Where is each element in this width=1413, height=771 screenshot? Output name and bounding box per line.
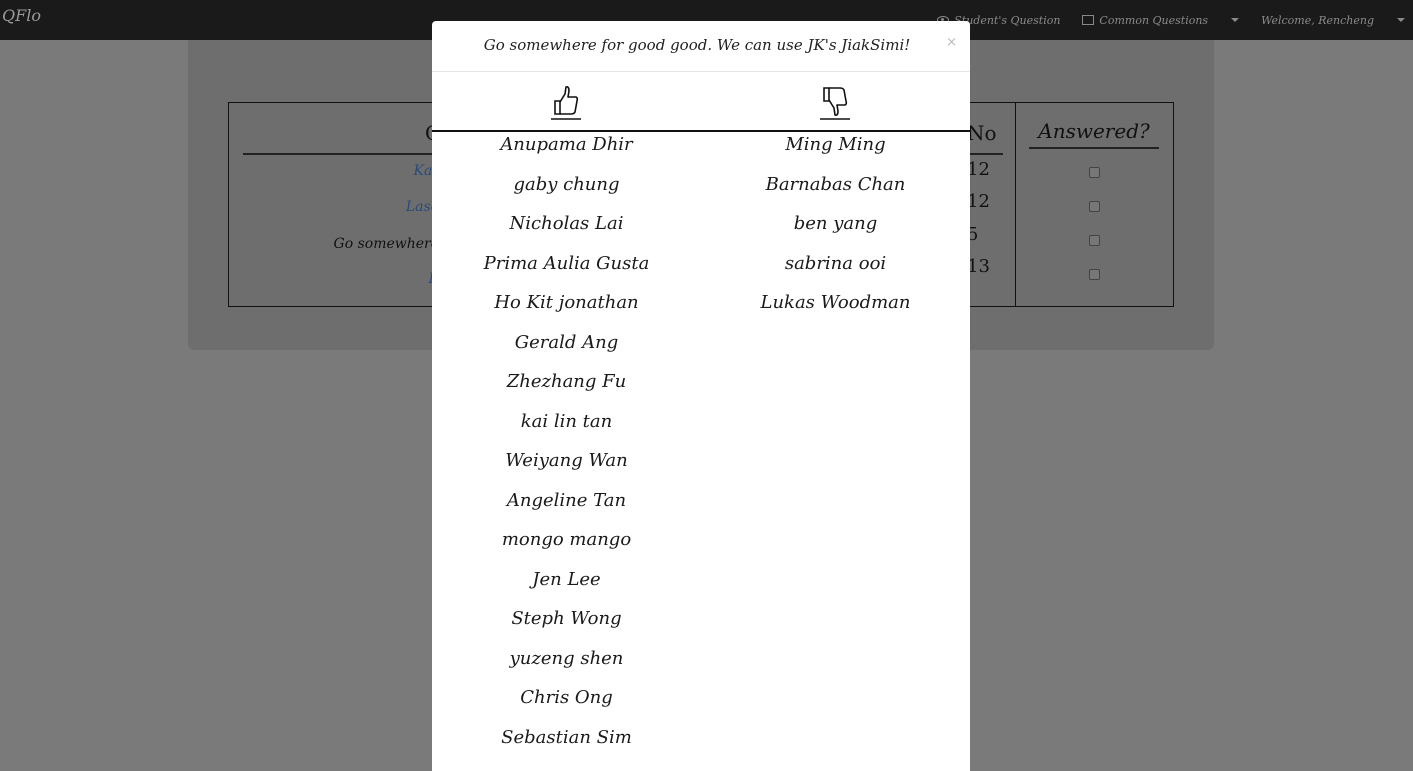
voter-name: Steph Wong — [511, 608, 622, 629]
nav-right: Student's Question Common Questions Welc… — [937, 0, 1413, 40]
table-row-no: 12 — [967, 159, 990, 180]
table-header-answered: Answered? — [1029, 119, 1159, 149]
answered-checkbox[interactable] — [1089, 235, 1100, 246]
list-icon — [1082, 15, 1095, 25]
upvoters-list: Anupama Dhir gaby chung Nicholas Lai Prima … — [432, 131, 701, 763]
voters-modal: Go somewhere for good good. We can use J… — [432, 21, 970, 771]
voter-name: mongo mango — [501, 529, 632, 550]
voter-name: ben yang — [793, 213, 878, 234]
chevron-down-icon — [1231, 18, 1240, 22]
voter-name: Barnabas Chan — [765, 173, 906, 195]
nav-common-questions-label: Common Questions — [1099, 13, 1209, 27]
voter-name: Sebastian Sim — [501, 726, 632, 748]
voter-name: Angeline Tan — [506, 489, 627, 511]
voter-name: yuzeng shen — [509, 647, 624, 669]
table-header-no: No — [967, 121, 997, 145]
voter-name: Gerald Ang — [514, 331, 619, 353]
voter-name: Weiyang Wan — [505, 450, 628, 471]
voter-name: kai lin tan — [520, 410, 613, 432]
modal-header: Go somewhere for good good. We can use J… — [432, 21, 970, 72]
brand-logo[interactable]: QFlo — [2, 6, 41, 25]
modal-title: Go somewhere for good good. We can use J… — [483, 36, 911, 54]
table-row-no: 12 — [967, 191, 990, 212]
close-button[interactable]: × — [946, 35, 957, 50]
voter-name: Jen Lee — [532, 568, 601, 590]
thumbs-up-icon[interactable] — [551, 84, 581, 120]
nav-user-menu[interactable]: Welcome, Rencheng — [1261, 14, 1405, 27]
voter-name: Anupama Dhir — [500, 134, 633, 155]
nav-user-label: Welcome, Rencheng — [1261, 13, 1374, 27]
voter-name: Ho Kit jonathan — [494, 292, 639, 313]
table-row-no: 13 — [967, 256, 990, 277]
voter-name: Zhezhang Fu — [506, 371, 627, 392]
vote-header-row — [432, 72, 970, 132]
voter-name: Ming Ming — [785, 134, 886, 155]
voter-name: gaby chung — [513, 173, 620, 195]
voter-name: Chris Ong — [520, 687, 613, 708]
nav-common-questions[interactable]: Common Questions — [1082, 13, 1240, 27]
nav-students-question-label: Student's Question — [954, 13, 1061, 27]
downvoters-list: Ming Ming Barnabas Chan ben yang sabrina oo… — [701, 131, 970, 329]
thumbs-down-icon[interactable] — [820, 84, 850, 120]
answered-checkbox[interactable] — [1089, 167, 1100, 178]
chevron-down-icon — [1397, 18, 1405, 22]
table-row-question[interactable]: Kar — [229, 163, 440, 179]
voter-name: Prima Aulia Gusta — [483, 252, 650, 274]
answered-checkbox[interactable] — [1089, 201, 1100, 212]
voter-name: Nicholas Lai — [509, 213, 624, 234]
voter-name: Lukas Woodman — [760, 292, 911, 313]
voter-name: sabrina ooi — [784, 252, 887, 274]
table-row-question[interactable]: Lase — [229, 199, 439, 215]
table-divider — [1015, 103, 1016, 306]
table-row-question[interactable]: R — [229, 271, 439, 287]
answered-checkbox[interactable] — [1089, 269, 1100, 280]
